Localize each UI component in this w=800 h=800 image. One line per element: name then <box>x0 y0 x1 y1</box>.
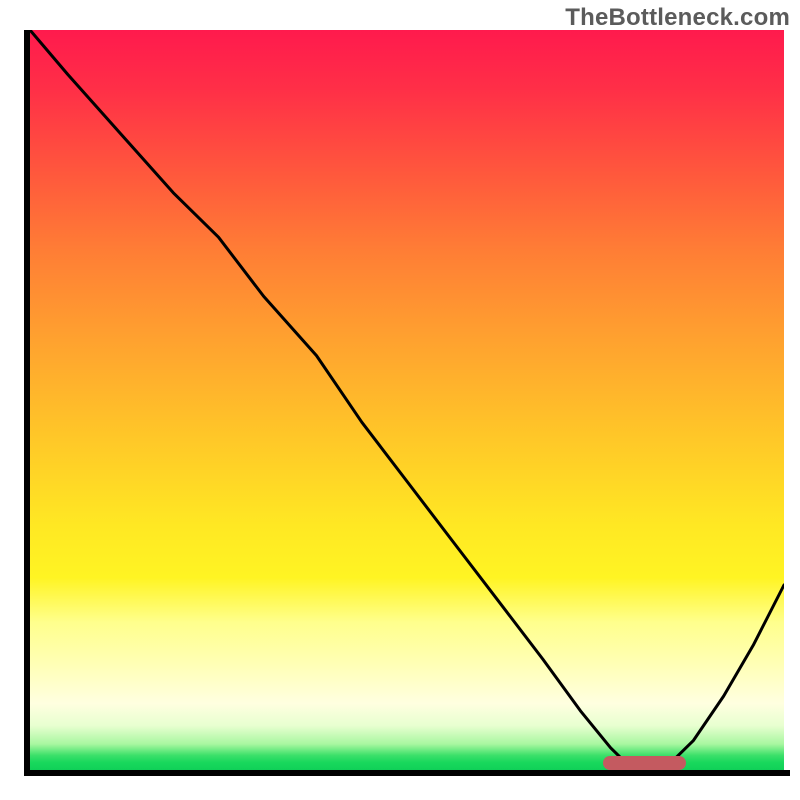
optimal-marker <box>603 756 686 770</box>
axis-x <box>24 770 790 776</box>
chart-container: TheBottleneck.com <box>0 0 800 800</box>
plot-area <box>30 30 784 770</box>
bottleneck-curve <box>30 30 784 770</box>
axis-y <box>24 30 30 776</box>
curve-layer <box>30 30 784 770</box>
watermark: TheBottleneck.com <box>565 4 790 32</box>
